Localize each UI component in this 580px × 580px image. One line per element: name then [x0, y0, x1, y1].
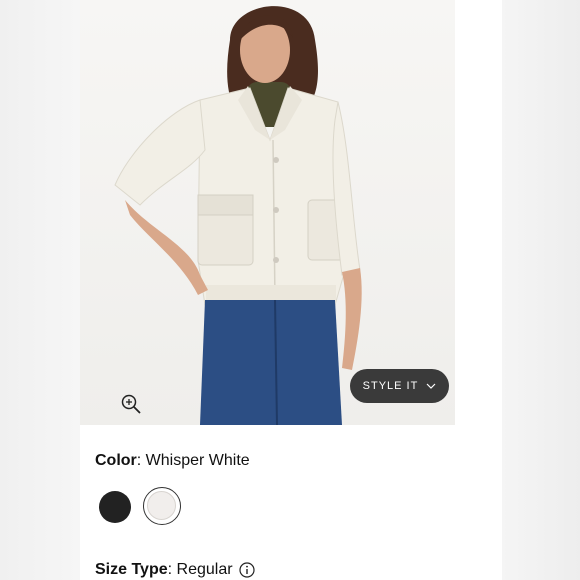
- color-selection-label: Color: Whisper White: [95, 452, 250, 469]
- zoom-in-icon[interactable]: [120, 393, 142, 415]
- info-icon[interactable]: [238, 562, 255, 578]
- product-image[interactable]: STYLE IT: [80, 0, 455, 425]
- size-type-value: Regular: [176, 561, 233, 578]
- swatch-black[interactable]: [99, 491, 131, 523]
- background-right: [502, 0, 580, 580]
- color-label: Color: [95, 452, 137, 469]
- style-it-button[interactable]: STYLE IT: [350, 369, 449, 403]
- chevron-down-icon: [426, 383, 436, 389]
- swatch-whisper-white[interactable]: [143, 487, 181, 525]
- background-left: [0, 0, 80, 580]
- size-type-row: Size Type: Regular: [95, 561, 255, 579]
- color-value: Whisper White: [145, 452, 250, 469]
- product-panel: STYLE IT Color: Whisper White Size Type:…: [80, 0, 502, 580]
- size-type-label: Size Type: [95, 561, 168, 578]
- model-illustration: [114, 6, 362, 425]
- swatch-whisper-white-fill: [147, 491, 176, 520]
- style-it-label: STYLE IT: [362, 380, 419, 392]
